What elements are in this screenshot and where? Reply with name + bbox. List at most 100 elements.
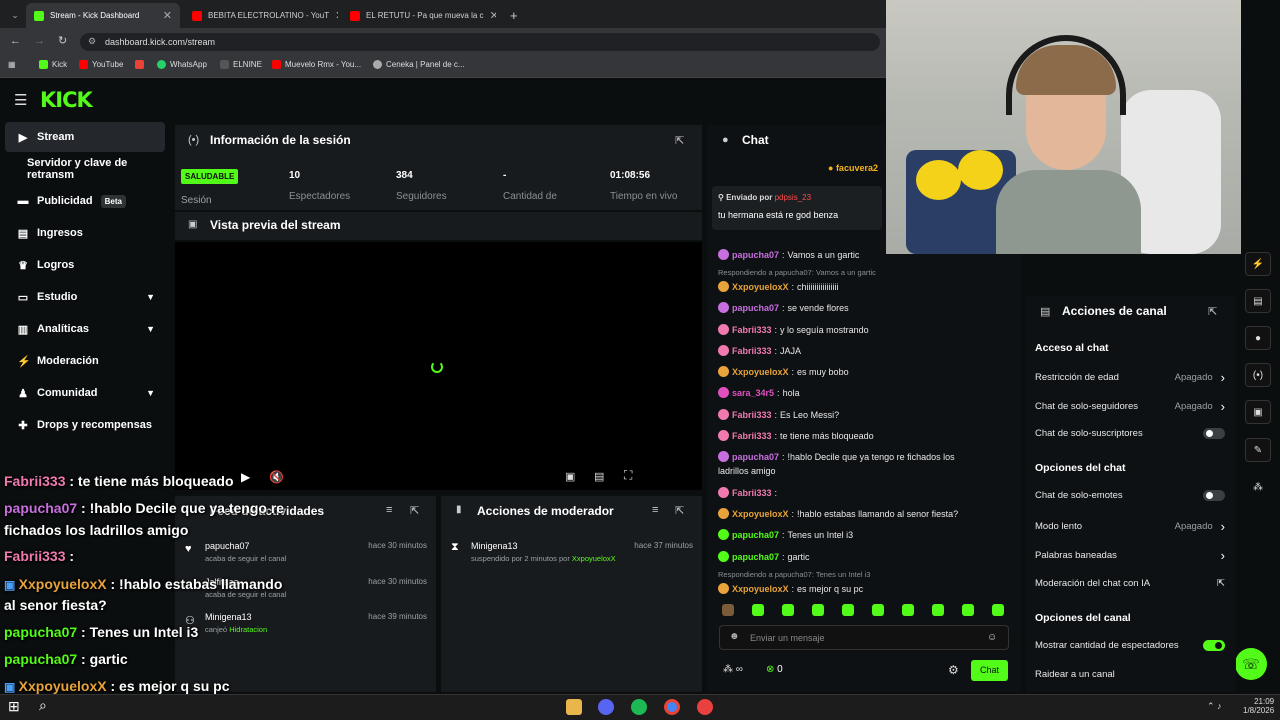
chat-message[interactable]: papucha07: Vamos a un gartic (718, 249, 859, 260)
chat-message[interactable]: XxpoyueloxX: chiiiiiiiiiiiiiiii (718, 281, 839, 292)
chat-message[interactable]: XxpoyueloxX: es mejor q su pc (718, 583, 863, 594)
reload-icon[interactable]: ↻ (58, 34, 67, 47)
emote-icon[interactable] (902, 604, 914, 616)
sidebar-item-server-key[interactable]: Servidor y clave de retransm (5, 154, 165, 184)
sidebar-item-moderation[interactable]: ⚡ Moderación (5, 346, 165, 376)
broadcast-icon[interactable]: (•) (1245, 363, 1271, 387)
sidebar-item-community[interactable]: ♟ Comunidad ▼ (5, 378, 165, 408)
file-explorer-icon[interactable] (566, 699, 582, 715)
channel-action-row[interactable]: Mostrar cantidad de espectadores (1035, 640, 1225, 651)
channel-action-control[interactable] (1203, 640, 1225, 651)
spotify-icon[interactable] (631, 699, 647, 715)
bookmark-elnine[interactable]: ELNINE (220, 60, 262, 69)
back-icon[interactable]: ← (10, 35, 21, 47)
emote-icon[interactable] (782, 604, 794, 616)
search-icon[interactable]: ⌕ (39, 697, 47, 714)
channel-action-row[interactable]: Chat de solo-seguidores Apagado › (1035, 399, 1225, 414)
channel-action-control[interactable] (1203, 428, 1225, 439)
windows-start-icon[interactable]: ⊞ (8, 698, 20, 715)
apps-icon[interactable]: ▦ (8, 60, 16, 69)
channel-action-control[interactable]: Apagado › (1175, 399, 1225, 414)
send-chat-button[interactable]: Chat (971, 660, 1008, 681)
chat-message[interactable]: Fabrii333: te tiene más bloqueado (718, 430, 874, 441)
emote-icon[interactable] (932, 604, 944, 616)
chat-username[interactable]: Fabrii333 (732, 431, 772, 441)
channel-action-control[interactable] (1203, 490, 1225, 501)
obs-icon[interactable] (697, 699, 713, 715)
tab-search-icon[interactable]: ⌄ (8, 3, 22, 28)
chat-username[interactable]: Fabrii333 (732, 410, 772, 420)
channel-action-row[interactable]: Chat de solo-emotes (1035, 490, 1225, 501)
chat-username[interactable]: XxpoyueloxX (732, 584, 789, 594)
theater-icon[interactable]: ▤ (594, 470, 604, 483)
chat-message[interactable]: Fabrii333: (718, 487, 780, 498)
chat-message[interactable]: sara_34r5: hola (718, 387, 800, 398)
mute-icon[interactable]: 🔇 (269, 470, 284, 484)
sidebar-item-income[interactable]: ▤ Ingresos (5, 218, 165, 248)
channel-action-row[interactable]: Chat de solo-suscriptores (1035, 428, 1225, 439)
popout-icon[interactable]: ⇱ (1208, 305, 1217, 318)
filter-icon[interactable]: ≡ (652, 504, 658, 516)
menu-icon[interactable]: ☰ (14, 91, 27, 109)
chat-message[interactable]: Fabrii333: JAJA (718, 345, 801, 356)
sidebar-item-studio[interactable]: ▭ Estudio ▼ (5, 282, 165, 312)
pip-icon[interactable]: ▣ (565, 470, 575, 483)
chrome-icon[interactable] (664, 699, 680, 715)
emote-icon[interactable] (992, 604, 1004, 616)
channel-action-control[interactable]: ⇱ (1217, 578, 1225, 589)
channel-action-control[interactable]: › (1221, 548, 1225, 563)
sidebar-item-ads[interactable]: ▬ Publicidad Beta (5, 186, 165, 216)
bookmark-gmail[interactable] (135, 60, 144, 69)
quick-action-icon[interactable]: ⚡ (1245, 252, 1271, 276)
chat-username[interactable]: Fabrii333 (732, 346, 772, 356)
clock[interactable]: 21:09 1/8/2026 (1243, 697, 1274, 715)
emote-picker-icon[interactable]: ☻ (729, 631, 740, 642)
toggle-switch[interactable] (1203, 640, 1225, 651)
channel-action-row[interactable]: Palabras baneadas › (1035, 548, 1225, 563)
chat-username[interactable]: papucha07 (732, 530, 779, 540)
bookmark-muevelo[interactable]: Muevelo Rmx - You... (272, 60, 361, 69)
emote-icon[interactable] (722, 604, 734, 616)
new-tab-button[interactable]: + (502, 3, 526, 28)
system-tray-icons[interactable]: ⌃ ♪ (1207, 701, 1222, 712)
chat-username[interactable]: XxpoyueloxX (732, 282, 789, 292)
bookmark-kick[interactable]: Kick (39, 60, 67, 69)
emote-icon[interactable] (752, 604, 764, 616)
forward-icon[interactable]: → (34, 35, 45, 47)
notes-icon[interactable]: ▤ (1245, 289, 1271, 313)
emote-icon[interactable] (962, 604, 974, 616)
tab-youtube-2[interactable]: EL RETUTU - Pa que mueva la c ✕ (342, 3, 496, 28)
chat-message[interactable]: Fabrii333: Es Leo Messi? (718, 409, 839, 420)
popout-icon[interactable]: ⇱ (675, 134, 684, 147)
close-tab-icon[interactable]: ✕ (163, 9, 172, 22)
bookmark-youtube[interactable]: YouTube (79, 60, 123, 69)
chat-message[interactable]: XxpoyueloxX: !hablo estabas llamando al s… (718, 508, 958, 519)
site-info-icon[interactable]: ⚙ (88, 36, 96, 47)
emoji-icon[interactable]: ☺ (987, 632, 997, 643)
channel-action-row[interactable]: Moderación del chat con IA ⇱ (1035, 578, 1225, 589)
emote-icon[interactable] (872, 604, 884, 616)
chat-bubble-icon[interactable]: ● (1245, 326, 1271, 350)
filter-icon[interactable]: ≡ (386, 504, 392, 516)
emote-icon[interactable] (812, 604, 824, 616)
layout-icon[interactable]: ▣ (1245, 400, 1271, 424)
popout-icon[interactable]: ⇱ (410, 504, 419, 517)
chat-username[interactable]: XxpoyueloxX (732, 367, 789, 377)
play-icon[interactable]: ▶ (241, 470, 250, 484)
chat-message[interactable]: Fabrii333: y lo seguía mostrando (718, 324, 869, 335)
close-tab-icon[interactable]: ✕ (335, 9, 338, 22)
channel-action-control[interactable]: Apagado › (1175, 370, 1225, 385)
sidebar-item-achievements[interactable]: ♛ Logros (5, 250, 165, 280)
bookmark-ceneka[interactable]: Ceneka | Panel de c... (373, 60, 465, 69)
chat-message[interactable]: papucha07: se vende flores (718, 302, 849, 313)
chat-message[interactable]: papucha07: !hablo Decile que ya tengo re … (718, 451, 955, 462)
emote-icon[interactable] (842, 604, 854, 616)
sidebar-item-drops[interactable]: ✚ Drops y recompensas (5, 410, 165, 440)
chat-username[interactable]: papucha07 (732, 303, 779, 313)
toggle-switch[interactable] (1203, 428, 1225, 439)
tab-youtube-1[interactable]: BEBITA ELECTROLATINO - YouT ✕ (184, 3, 338, 28)
popout-icon[interactable]: ⇱ (675, 504, 684, 517)
channel-action-row[interactable]: Modo lento Apagado › (1035, 519, 1225, 534)
support-chat-icon[interactable]: ☏ (1235, 648, 1267, 680)
channel-action-row[interactable]: Raidear a un canal (1035, 669, 1225, 680)
